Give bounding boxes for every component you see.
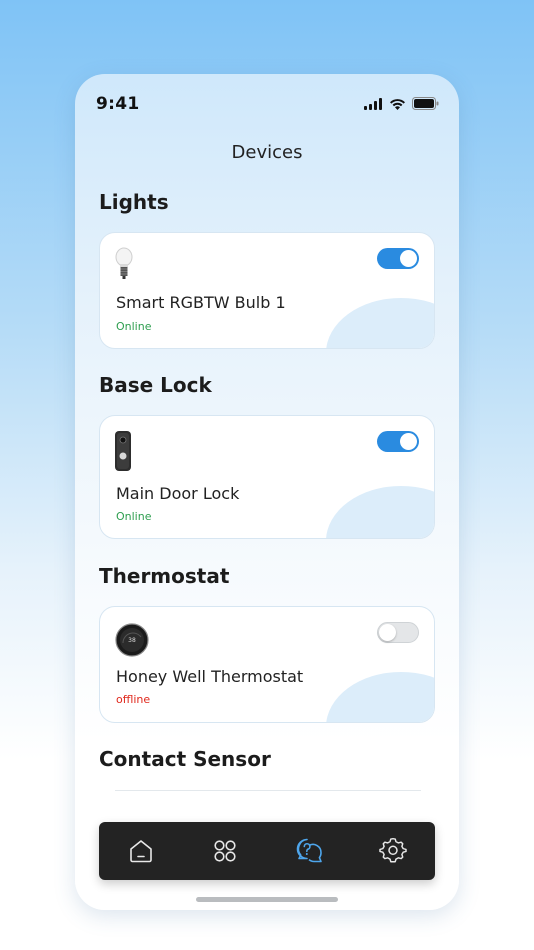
nav-devices-button[interactable] <box>205 831 245 871</box>
card-decoration <box>326 298 434 348</box>
device-name: Smart RGBTW Bulb 1 <box>116 293 286 312</box>
bottom-nav <box>99 822 435 880</box>
device-card-bulb[interactable]: Smart RGBTW Bulb 1 Online <box>99 232 435 349</box>
toggle-lock[interactable] <box>377 431 419 452</box>
nav-support-button[interactable] <box>289 831 329 871</box>
device-card-contact-sensor-partial <box>115 790 421 791</box>
grid-icon <box>214 840 236 862</box>
toggle-bulb[interactable] <box>377 248 419 269</box>
status-icons <box>364 97 439 110</box>
section-title-thermostat: Thermostat <box>99 564 230 588</box>
home-icon <box>130 840 152 863</box>
device-status: offline <box>116 693 151 706</box>
battery-icon <box>412 97 439 110</box>
card-decoration <box>326 672 434 722</box>
wifi-icon <box>390 98 405 110</box>
card-decoration <box>326 486 434 538</box>
section-title-lights: Lights <box>99 190 169 214</box>
signal-icon <box>364 97 382 110</box>
status-time: 9:41 <box>96 94 140 114</box>
gear-icon <box>379 837 407 863</box>
toggle-knob <box>400 250 417 267</box>
device-card-thermostat[interactable]: 38 Honey Well Thermostat offline <box>99 606 435 723</box>
device-status: Online <box>116 320 152 333</box>
status-bar: 9:41 <box>75 74 459 134</box>
door-lock-icon <box>115 431 131 471</box>
thermostat-icon: 38 <box>115 623 149 657</box>
toggle-knob <box>400 433 417 450</box>
bulb-icon <box>115 247 133 279</box>
device-name: Honey Well Thermostat <box>116 667 304 686</box>
device-card-lock[interactable]: Main Door Lock Online <box>99 415 435 539</box>
phone-frame: 9:41 Devices Lights Smart RGBTW Bulb 1 O… <box>75 74 459 910</box>
home-indicator <box>196 897 338 902</box>
device-status: Online <box>116 510 152 523</box>
toggle-knob <box>379 624 396 641</box>
toggle-thermostat[interactable] <box>377 622 419 643</box>
nav-home-button[interactable] <box>121 831 161 871</box>
section-title-contact-sensor: Contact Sensor <box>99 747 271 771</box>
section-title-base-lock: Base Lock <box>99 373 212 397</box>
svg-text:38: 38 <box>128 637 136 644</box>
page-title: Devices <box>231 142 303 163</box>
device-name: Main Door Lock <box>116 484 240 503</box>
help-chat-icon <box>296 838 322 863</box>
nav-settings-button[interactable] <box>373 831 413 871</box>
